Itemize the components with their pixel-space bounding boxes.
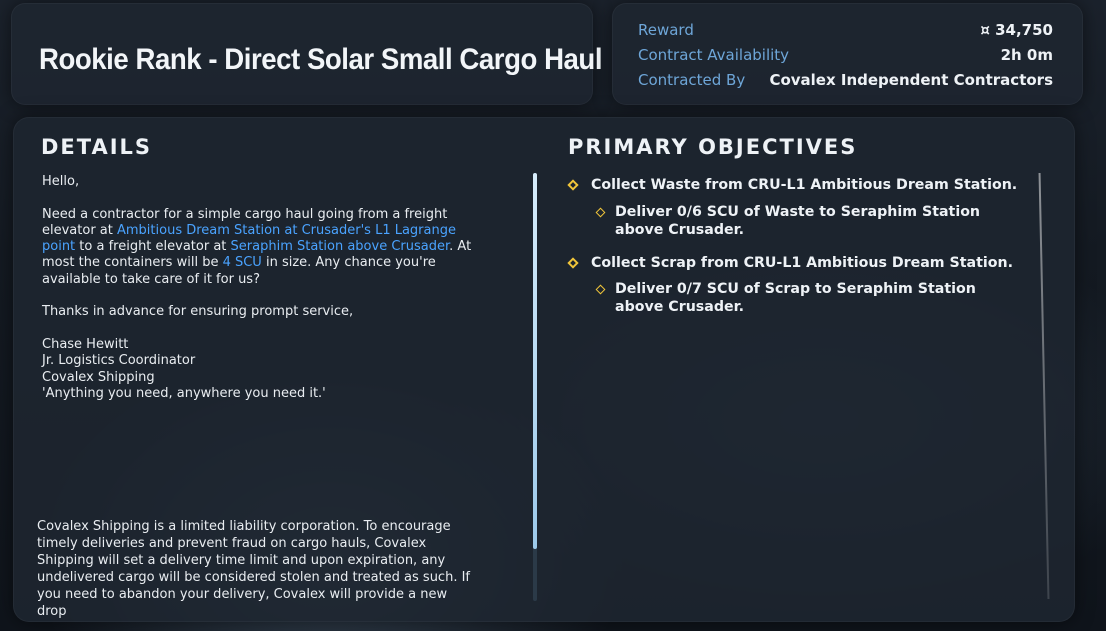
details-greeting: Hello, — [42, 174, 80, 189]
objective-1-sub: Deliver 0/6 SCU of Waste to Seraphim Sta… — [615, 204, 981, 238]
legal-notice: Covalex Shipping is a limited liability … — [37, 519, 470, 619]
objective-2-sub: Deliver 0/7 SCU of Scrap to Seraphim Sta… — [615, 281, 976, 315]
signature-motto: 'Anything you need, anywhere you need it… — [42, 385, 326, 401]
availability-value: 2h 0m — [1000, 46, 1053, 64]
contracted-by-row: Contracted By Covalex Independent Contra… — [638, 71, 1053, 91]
contracted-by-label: Contracted By — [638, 71, 746, 89]
details-body[interactable]: Hello, Need a contractor for a simple ca… — [42, 174, 482, 402]
signature-name: Chase Hewitt — [42, 336, 129, 352]
details-thanks: Thanks in advance for ensuring prompt se… — [42, 304, 354, 320]
objectives-scrollbar[interactable] — [1038, 173, 1050, 599]
objectives-heading: PRIMARY OBJECTIVES — [568, 135, 858, 159]
contract-info-panel: Reward ¤ 34,750 Contract Availability 2h… — [612, 3, 1083, 105]
contract-main-panel: DETAILS Hello, Need a contractor for a s… — [13, 117, 1075, 622]
sub-objective-marker-icon — [595, 284, 606, 295]
container-size-link[interactable]: 4 SCU — [223, 255, 262, 270]
destination-location-link[interactable]: Seraphim Station above Crusader — [231, 239, 450, 254]
objective-marker-icon — [567, 179, 579, 191]
details-paragraph: Need a contractor for a simple cargo hau… — [42, 207, 482, 288]
objective-marker-icon — [567, 257, 579, 269]
signature-role: Jr. Logistics Coordinator — [42, 353, 196, 369]
signature-company: Covalex Shipping — [42, 369, 155, 385]
contract-title-panel: Rookie Rank - Direct Solar Small Cargo H… — [11, 3, 603, 105]
sub-objective-marker-icon — [595, 207, 606, 218]
details-text-b: to a freight elevator at — [75, 239, 231, 255]
details-scrollbar-thumb[interactable] — [533, 173, 537, 549]
availability-label: Contract Availability — [638, 46, 790, 64]
reward-value: ¤ 34,750 — [980, 21, 1053, 39]
objective-2: Collect Scrap from CRU-L1 Ambitious Drea… — [591, 255, 1013, 271]
reward-label: Reward — [638, 21, 694, 39]
objective-1: Collect Waste from CRU-L1 Ambitious Drea… — [591, 177, 1018, 193]
details-heading: DETAILS — [41, 135, 153, 159]
reward-row: Reward ¤ 34,750 — [638, 21, 1053, 41]
contracted-by-value: Covalex Independent Contractors — [769, 71, 1053, 89]
contract-title: Rookie Rank - Direct Solar Small Cargo H… — [39, 43, 603, 76]
availability-row: Contract Availability 2h 0m — [638, 46, 1053, 66]
